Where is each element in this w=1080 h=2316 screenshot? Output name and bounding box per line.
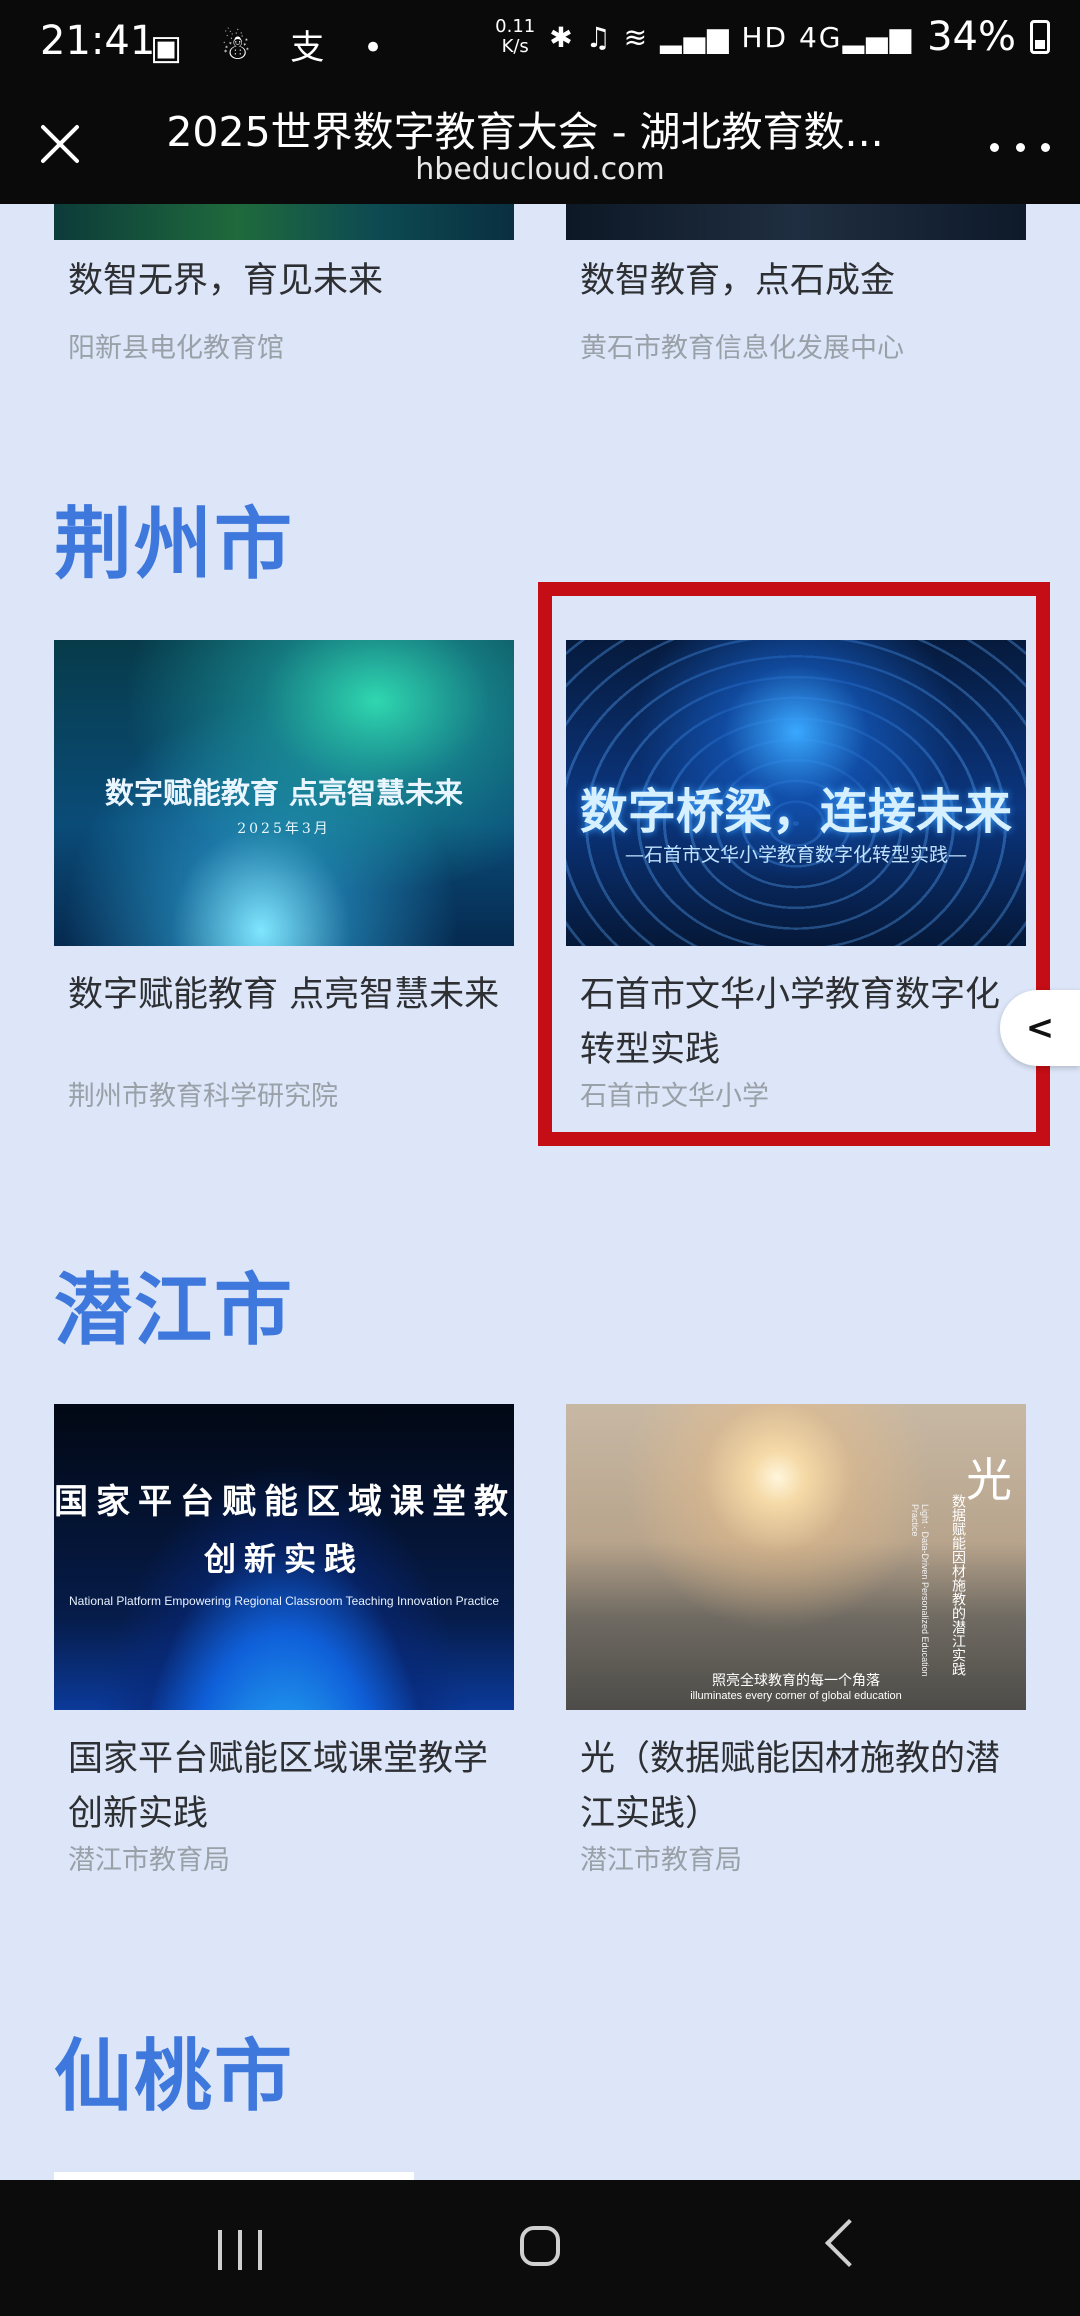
thumbnail-title: 国家平台赋能区域课堂教学: [54, 1482, 514, 1522]
battery-percent: 34%: [927, 14, 1016, 60]
close-icon[interactable]: [30, 114, 90, 174]
home-icon[interactable]: [520, 2226, 560, 2266]
city-heading: 仙桃市: [54, 2032, 295, 2122]
thumbnail-caption-en: illuminates every corner of global educa…: [690, 1690, 902, 1702]
thumbnail-title-line2: 创新实践: [203, 1540, 364, 1578]
card-org: 荆州市教育科学研究院: [68, 1081, 338, 1112]
video-thumbnail[interactable]: 光 数据赋能因材施教的潜江实践 Light · Data-Driven Pers…: [566, 1404, 1026, 1710]
more-options-icon[interactable]: [990, 122, 1050, 172]
next-thumbnail-edge: [54, 2172, 414, 2180]
system-nav-bar: [0, 2180, 1080, 2316]
video-card[interactable]: 数智教育，点石成金 黄石市教育信息化发展中心: [566, 204, 1026, 546]
page-url: hbeducloud.com: [415, 152, 665, 187]
back-icon[interactable]: [824, 2218, 874, 2268]
page-title: 2025世界数字教育大会 - 湖北教育数...: [166, 108, 884, 156]
notification-icons: ▣ ☃ 支 •: [150, 28, 398, 68]
card-org: 阳新县电化教育馆: [68, 333, 284, 364]
thumbnail-title: 光: [966, 1453, 1012, 1507]
card-title[interactable]: 数智教育，点石成金: [580, 254, 1020, 309]
recents-icon[interactable]: [218, 2230, 262, 2270]
video-card[interactable]: 国家平台赋能区域课堂教学 创新实践 National Platform Empo…: [54, 1404, 514, 1884]
browser-toolbar: 2025世界数字教育大会 - 湖北教育数... hbeducloud.com: [0, 92, 1080, 204]
page-content[interactable]: 数智无界，育见未来 阳新县电化教育馆 数智教育，点石成金 黄石市教育信息化发展中…: [0, 204, 1080, 2180]
signal-icons: ✱ ♫ ≋ ▂▄▆ HD 4G▂▄▆: [549, 20, 914, 54]
thumbnail-side-title: 数据赋能因材施教的潜江实践: [950, 1494, 966, 1676]
card-title[interactable]: 数智无界，育见未来: [68, 254, 508, 309]
status-right: 0.11 K/s ✱ ♫ ≋ ▂▄▆ HD 4G▂▄▆ 34%: [495, 14, 1050, 60]
video-thumbnail[interactable]: [54, 204, 514, 240]
card-org: 黄石市教育信息化发展中心: [580, 333, 904, 364]
card-title[interactable]: 光（数据赋能因材施教的潜江实践）: [580, 1732, 1020, 1842]
net-speed: 0.11 K/s: [495, 16, 536, 57]
video-thumbnail[interactable]: 数字赋能教育 点亮智慧未来 2025年3月: [54, 640, 514, 946]
video-card[interactable]: 光 数据赋能因材施教的潜江实践 Light · Data-Driven Pers…: [566, 1404, 1026, 1884]
card-org: 潜江市教育局: [580, 1845, 742, 1876]
thumbnail-title: 数字赋能教育 点亮智慧未来: [104, 776, 464, 810]
status-time: 21:41: [40, 18, 156, 64]
status-bar: 21:41 ▣ ☃ 支 • 0.11 K/s ✱ ♫ ≋ ▂▄▆ HD 4G▂▄▆…: [0, 0, 1080, 92]
video-thumbnail[interactable]: 国家平台赋能区域课堂教学 创新实践 National Platform Empo…: [54, 1404, 514, 1710]
card-title[interactable]: 数字赋能教育 点亮智慧未来: [68, 968, 508, 1023]
thumbnail-subtitle: National Platform Empowering Regional Cl…: [69, 1594, 499, 1608]
side-panel-toggle[interactable]: <: [1000, 990, 1080, 1066]
thumbnail-caption: 照亮全球教育的每一个角落: [712, 1673, 880, 1689]
city-heading: 荆州市: [54, 500, 295, 590]
video-card[interactable]: 数字赋能教育 点亮智慧未来 2025年3月 数字赋能教育 点亮智慧未来 荆州市教…: [54, 640, 514, 1112]
card-org: 潜江市教育局: [68, 1845, 230, 1876]
battery-icon: [1030, 20, 1050, 54]
video-thumbnail[interactable]: [566, 204, 1026, 240]
thumbnail-date: 2025年3月: [237, 821, 331, 837]
city-heading: 潜江市: [54, 1266, 295, 1356]
card-title[interactable]: 国家平台赋能区域课堂教学创新实践: [68, 1732, 508, 1842]
highlight-annotation: [538, 582, 1050, 1146]
